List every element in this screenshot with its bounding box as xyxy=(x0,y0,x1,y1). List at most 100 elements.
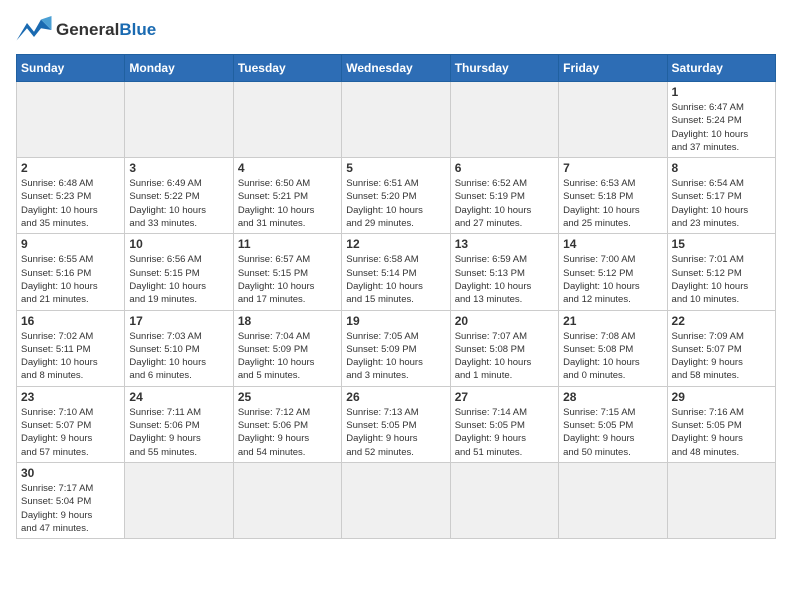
day-info: Sunrise: 6:47 AM Sunset: 5:24 PM Dayligh… xyxy=(672,101,771,154)
calendar-cell: 12 Sunrise: 6:58 AM Sunset: 5:14 PM Dayli… xyxy=(342,234,450,310)
day-number: 14 xyxy=(563,237,662,251)
calendar-cell: 28Sunrise: 7:15 AM Sunset: 5:05 PM Dayli… xyxy=(559,386,667,462)
calendar-cell: 18Sunrise: 7:04 AM Sunset: 5:09 PM Dayli… xyxy=(233,310,341,386)
calendar-cell: 9 Sunrise: 6:55 AM Sunset: 5:16 PM Daylig… xyxy=(17,234,125,310)
calendar-cell: 3 Sunrise: 6:49 AM Sunset: 5:22 PM Daylig… xyxy=(125,158,233,234)
header: GeneralBlue xyxy=(16,16,776,44)
day-number: 12 xyxy=(346,237,445,251)
calendar-week-row: 1 Sunrise: 6:47 AM Sunset: 5:24 PM Daylig… xyxy=(17,82,776,158)
calendar-cell xyxy=(125,462,233,538)
day-number: 3 xyxy=(129,161,228,175)
day-info: Sunrise: 7:16 AM Sunset: 5:05 PM Dayligh… xyxy=(672,406,771,459)
day-info: Sunrise: 7:11 AM Sunset: 5:06 PM Dayligh… xyxy=(129,406,228,459)
day-info: Sunrise: 6:58 AM Sunset: 5:14 PM Dayligh… xyxy=(346,253,445,306)
calendar-cell: 30 Sunrise: 7:17 AM Sunset: 5:04 PM Dayli… xyxy=(17,462,125,538)
day-number: 19 xyxy=(346,314,445,328)
calendar-cell: 7 Sunrise: 6:53 AM Sunset: 5:18 PM Daylig… xyxy=(559,158,667,234)
day-number: 2 xyxy=(21,161,120,175)
calendar-cell: 6 Sunrise: 6:52 AM Sunset: 5:19 PM Daylig… xyxy=(450,158,558,234)
calendar-cell: 19 Sunrise: 7:05 AM Sunset: 5:09 PM Dayli… xyxy=(342,310,450,386)
weekday-header: Saturday xyxy=(667,55,775,82)
calendar-cell: 14 Sunrise: 7:00 AM Sunset: 5:12 PM Dayli… xyxy=(559,234,667,310)
calendar-cell: 20 Sunrise: 7:07 AM Sunset: 5:08 PM Dayli… xyxy=(450,310,558,386)
day-info: Sunrise: 6:50 AM Sunset: 5:21 PM Dayligh… xyxy=(238,177,337,230)
weekday-header: Thursday xyxy=(450,55,558,82)
day-number: 5 xyxy=(346,161,445,175)
day-number: 30 xyxy=(21,466,120,480)
logo-text: GeneralBlue xyxy=(56,20,156,40)
day-info: Sunrise: 7:02 AM Sunset: 5:11 PM Dayligh… xyxy=(21,330,120,383)
logo-icon xyxy=(16,16,52,44)
day-info: Sunrise: 6:54 AM Sunset: 5:17 PM Dayligh… xyxy=(672,177,771,230)
calendar-cell: 25Sunrise: 7:12 AM Sunset: 5:06 PM Dayli… xyxy=(233,386,341,462)
day-number: 26 xyxy=(346,390,445,404)
day-info: Sunrise: 7:10 AM Sunset: 5:07 PM Dayligh… xyxy=(21,406,120,459)
day-number: 11 xyxy=(238,237,337,251)
day-number: 16 xyxy=(21,314,120,328)
calendar-cell: 10Sunrise: 6:56 AM Sunset: 5:15 PM Dayli… xyxy=(125,234,233,310)
calendar-cell: 1 Sunrise: 6:47 AM Sunset: 5:24 PM Daylig… xyxy=(667,82,775,158)
day-info: Sunrise: 6:55 AM Sunset: 5:16 PM Dayligh… xyxy=(21,253,120,306)
day-number: 6 xyxy=(455,161,554,175)
day-number: 24 xyxy=(129,390,228,404)
weekday-header: Wednesday xyxy=(342,55,450,82)
calendar-cell xyxy=(450,82,558,158)
calendar-cell: 5 Sunrise: 6:51 AM Sunset: 5:20 PM Daylig… xyxy=(342,158,450,234)
day-info: Sunrise: 7:00 AM Sunset: 5:12 PM Dayligh… xyxy=(563,253,662,306)
day-number: 22 xyxy=(672,314,771,328)
calendar-cell xyxy=(17,82,125,158)
day-number: 20 xyxy=(455,314,554,328)
day-number: 25 xyxy=(238,390,337,404)
calendar-cell xyxy=(342,462,450,538)
day-info: Sunrise: 6:52 AM Sunset: 5:19 PM Dayligh… xyxy=(455,177,554,230)
day-info: Sunrise: 6:51 AM Sunset: 5:20 PM Dayligh… xyxy=(346,177,445,230)
day-info: Sunrise: 7:08 AM Sunset: 5:08 PM Dayligh… xyxy=(563,330,662,383)
weekday-header: Tuesday xyxy=(233,55,341,82)
day-info: Sunrise: 6:48 AM Sunset: 5:23 PM Dayligh… xyxy=(21,177,120,230)
weekday-row: SundayMondayTuesdayWednesdayThursdayFrid… xyxy=(17,55,776,82)
logo: GeneralBlue xyxy=(16,16,156,44)
calendar-cell: 27Sunrise: 7:14 AM Sunset: 5:05 PM Dayli… xyxy=(450,386,558,462)
calendar-cell xyxy=(559,82,667,158)
day-info: Sunrise: 7:09 AM Sunset: 5:07 PM Dayligh… xyxy=(672,330,771,383)
calendar-week-row: 2 Sunrise: 6:48 AM Sunset: 5:23 PM Daylig… xyxy=(17,158,776,234)
day-number: 7 xyxy=(563,161,662,175)
calendar-cell: 15Sunrise: 7:01 AM Sunset: 5:12 PM Dayli… xyxy=(667,234,775,310)
day-info: Sunrise: 6:53 AM Sunset: 5:18 PM Dayligh… xyxy=(563,177,662,230)
day-number: 29 xyxy=(672,390,771,404)
day-number: 28 xyxy=(563,390,662,404)
calendar-cell xyxy=(450,462,558,538)
weekday-header: Friday xyxy=(559,55,667,82)
calendar-cell xyxy=(233,462,341,538)
day-info: Sunrise: 7:17 AM Sunset: 5:04 PM Dayligh… xyxy=(21,482,120,535)
calendar-cell: 17Sunrise: 7:03 AM Sunset: 5:10 PM Dayli… xyxy=(125,310,233,386)
day-number: 9 xyxy=(21,237,120,251)
day-number: 17 xyxy=(129,314,228,328)
calendar-cell: 11Sunrise: 6:57 AM Sunset: 5:15 PM Dayli… xyxy=(233,234,341,310)
day-number: 18 xyxy=(238,314,337,328)
weekday-header: Sunday xyxy=(17,55,125,82)
calendar-cell: 22 Sunrise: 7:09 AM Sunset: 5:07 PM Dayli… xyxy=(667,310,775,386)
day-number: 1 xyxy=(672,85,771,99)
calendar-cell: 8 Sunrise: 6:54 AM Sunset: 5:17 PM Daylig… xyxy=(667,158,775,234)
calendar-table: SundayMondayTuesdayWednesdayThursdayFrid… xyxy=(16,54,776,539)
calendar-cell: 26Sunrise: 7:13 AM Sunset: 5:05 PM Dayli… xyxy=(342,386,450,462)
calendar-body: 1 Sunrise: 6:47 AM Sunset: 5:24 PM Daylig… xyxy=(17,82,776,539)
calendar-header: SundayMondayTuesdayWednesdayThursdayFrid… xyxy=(17,55,776,82)
calendar-cell xyxy=(125,82,233,158)
calendar-cell: 2 Sunrise: 6:48 AM Sunset: 5:23 PM Daylig… xyxy=(17,158,125,234)
calendar-cell: 4Sunrise: 6:50 AM Sunset: 5:21 PM Daylig… xyxy=(233,158,341,234)
day-number: 27 xyxy=(455,390,554,404)
calendar-cell xyxy=(559,462,667,538)
day-number: 10 xyxy=(129,237,228,251)
calendar-cell: 21Sunrise: 7:08 AM Sunset: 5:08 PM Dayli… xyxy=(559,310,667,386)
calendar-week-row: 30 Sunrise: 7:17 AM Sunset: 5:04 PM Dayli… xyxy=(17,462,776,538)
day-info: Sunrise: 6:49 AM Sunset: 5:22 PM Dayligh… xyxy=(129,177,228,230)
day-info: Sunrise: 7:07 AM Sunset: 5:08 PM Dayligh… xyxy=(455,330,554,383)
day-info: Sunrise: 7:05 AM Sunset: 5:09 PM Dayligh… xyxy=(346,330,445,383)
day-info: Sunrise: 6:59 AM Sunset: 5:13 PM Dayligh… xyxy=(455,253,554,306)
day-number: 23 xyxy=(21,390,120,404)
day-number: 8 xyxy=(672,161,771,175)
calendar-cell: 23 Sunrise: 7:10 AM Sunset: 5:07 PM Dayli… xyxy=(17,386,125,462)
weekday-header: Monday xyxy=(125,55,233,82)
